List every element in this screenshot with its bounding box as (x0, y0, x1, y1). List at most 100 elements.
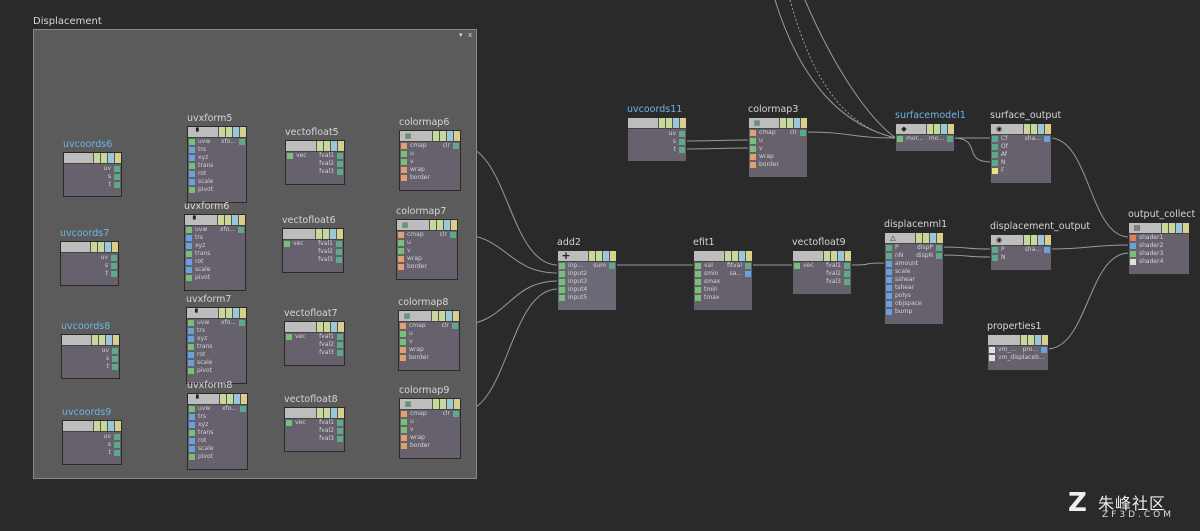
connection-wire[interactable] (952, 137, 992, 163)
node-header[interactable]: ▝ (185, 215, 245, 226)
connection-wire[interactable] (684, 147, 750, 150)
node-label[interactable]: vectofloat9 (792, 237, 846, 248)
output-port-pro[interactable]: pro... (990, 346, 1048, 354)
node-label[interactable]: colormap9 (399, 385, 449, 396)
port-connector[interactable] (844, 263, 850, 269)
close-icon[interactable]: x (468, 32, 472, 39)
node-label[interactable]: colormap6 (399, 117, 449, 128)
node-body[interactable]: ▝ uvw trs xyz trans rot scale pivot xfo... (187, 393, 248, 470)
output-port-s[interactable]: s (66, 173, 121, 181)
port-connector[interactable] (750, 154, 756, 160)
port-connector[interactable] (337, 169, 343, 175)
output-port-sa[interactable]: sa... (696, 270, 752, 278)
node-flag-toggle[interactable] (323, 322, 330, 332)
node-flag-toggle[interactable] (232, 127, 239, 137)
node-flag-toggle[interactable] (922, 233, 929, 243)
output-port-fval2[interactable]: fval2 (288, 160, 344, 168)
node-flag-toggle[interactable] (436, 220, 443, 230)
port-connector[interactable] (679, 131, 685, 137)
output-port-sha[interactable]: sha... (993, 135, 1051, 143)
node-flag-toggle[interactable] (665, 118, 672, 128)
node-flag-toggle[interactable] (738, 251, 745, 261)
port-connector[interactable] (337, 153, 343, 159)
node-flag-toggle[interactable] (926, 124, 933, 134)
connection-wire[interactable] (941, 254, 992, 258)
node-body[interactable]: vec fval1 fval2 fval3 (282, 228, 344, 273)
node-flag-toggle[interactable] (218, 308, 225, 318)
node-header[interactable]: ▦ (400, 131, 460, 142)
node-body[interactable]: ▝ uvw trs xyz trans rot scale pivot xfo... (187, 126, 247, 203)
port-connector[interactable] (398, 248, 404, 254)
connection-wire[interactable] (805, 131, 897, 139)
connection-wire[interactable] (849, 262, 886, 266)
port-connector[interactable] (336, 249, 342, 255)
port-connector[interactable] (114, 182, 120, 188)
port-connector[interactable] (1041, 347, 1047, 353)
port-connector[interactable] (188, 368, 194, 374)
port-connector[interactable] (186, 275, 192, 281)
node-flag-toggle[interactable] (443, 220, 450, 230)
port-connector[interactable] (1130, 259, 1136, 265)
output-port-clr[interactable]: clr (751, 129, 807, 137)
port-connector[interactable] (400, 331, 406, 337)
node-flag-toggle[interactable] (100, 153, 107, 163)
port-connector[interactable] (337, 350, 343, 356)
node-label[interactable]: vectofloat7 (284, 308, 338, 319)
port-connector[interactable] (401, 443, 407, 449)
node-flag-toggle[interactable] (672, 118, 679, 128)
node-flag-toggle[interactable] (330, 322, 337, 332)
port-connector[interactable] (609, 263, 615, 269)
node-flag-toggle[interactable] (97, 242, 104, 252)
output-port-t[interactable]: t (63, 270, 118, 278)
node-flag-toggle[interactable] (322, 229, 329, 239)
port-connector[interactable] (800, 130, 806, 136)
output-port-t[interactable]: t (65, 449, 121, 457)
node-label[interactable]: efit1 (693, 237, 715, 248)
node-flag-toggle[interactable] (315, 229, 322, 239)
node-body[interactable]: uv s t (63, 152, 122, 197)
port-connector[interactable] (1130, 235, 1136, 241)
node-flag-toggle[interactable] (779, 118, 786, 128)
port-connector[interactable] (559, 271, 565, 277)
node-flag-toggle[interactable] (226, 394, 233, 404)
output-port-mo[interactable]: mo... (898, 135, 954, 143)
node-header[interactable]: ▝ (188, 394, 247, 405)
port-connector[interactable] (679, 147, 685, 153)
output-port-sha[interactable]: sha... (993, 246, 1051, 254)
node-flag-toggle[interactable] (1175, 223, 1182, 233)
node-header[interactable]: △ (885, 233, 943, 244)
node-flag-toggle[interactable] (104, 242, 111, 252)
node-flag-toggle[interactable] (107, 421, 114, 431)
node-header[interactable] (793, 251, 851, 262)
port-connector[interactable] (695, 287, 701, 293)
output-port-xfo[interactable]: xfo... (190, 405, 247, 413)
node-flag-toggle[interactable] (219, 394, 226, 404)
node-flag-toggle[interactable] (240, 394, 247, 404)
node-flag-toggle[interactable] (98, 335, 105, 345)
node-flag-toggle[interactable] (940, 124, 947, 134)
node-header[interactable] (285, 322, 344, 333)
node-body[interactable]: vm_... vm_displaceb... pro... (987, 334, 1049, 371)
node-body[interactable]: ▤ shader1 shader2 shader3 shader4 (1128, 222, 1190, 275)
port-connector[interactable] (189, 446, 195, 452)
node-flag-toggle[interactable] (439, 131, 446, 141)
node-body[interactable]: uv s t (61, 334, 120, 379)
port-connector[interactable] (559, 287, 565, 293)
node-flag-toggle[interactable] (90, 242, 97, 252)
port-connector[interactable] (111, 271, 117, 277)
connection-wire[interactable] (941, 246, 992, 250)
node-body[interactable]: ◉ P Nsha... (990, 234, 1052, 271)
node-body[interactable]: vec fval1 fval2 fval3 (284, 407, 345, 452)
node-flag-toggle[interactable] (111, 242, 118, 252)
output-port-fval2[interactable]: fval2 (287, 341, 344, 349)
node-label[interactable]: surfacemodel1 (895, 110, 966, 121)
connection-wire[interactable] (684, 139, 750, 142)
node-flag-toggle[interactable] (316, 141, 323, 151)
node-flag-toggle[interactable] (609, 251, 616, 261)
output-port-uv[interactable]: uv (66, 165, 121, 173)
node-label[interactable]: vectofloat5 (285, 127, 339, 138)
node-body[interactable]: ▦ cmap u v wrap border clr (396, 219, 458, 280)
connection-wire[interactable] (1046, 252, 1130, 350)
node-flag-toggle[interactable] (1182, 223, 1189, 233)
node-body[interactable]: vec fval1 fval2 fval3 (284, 321, 345, 366)
